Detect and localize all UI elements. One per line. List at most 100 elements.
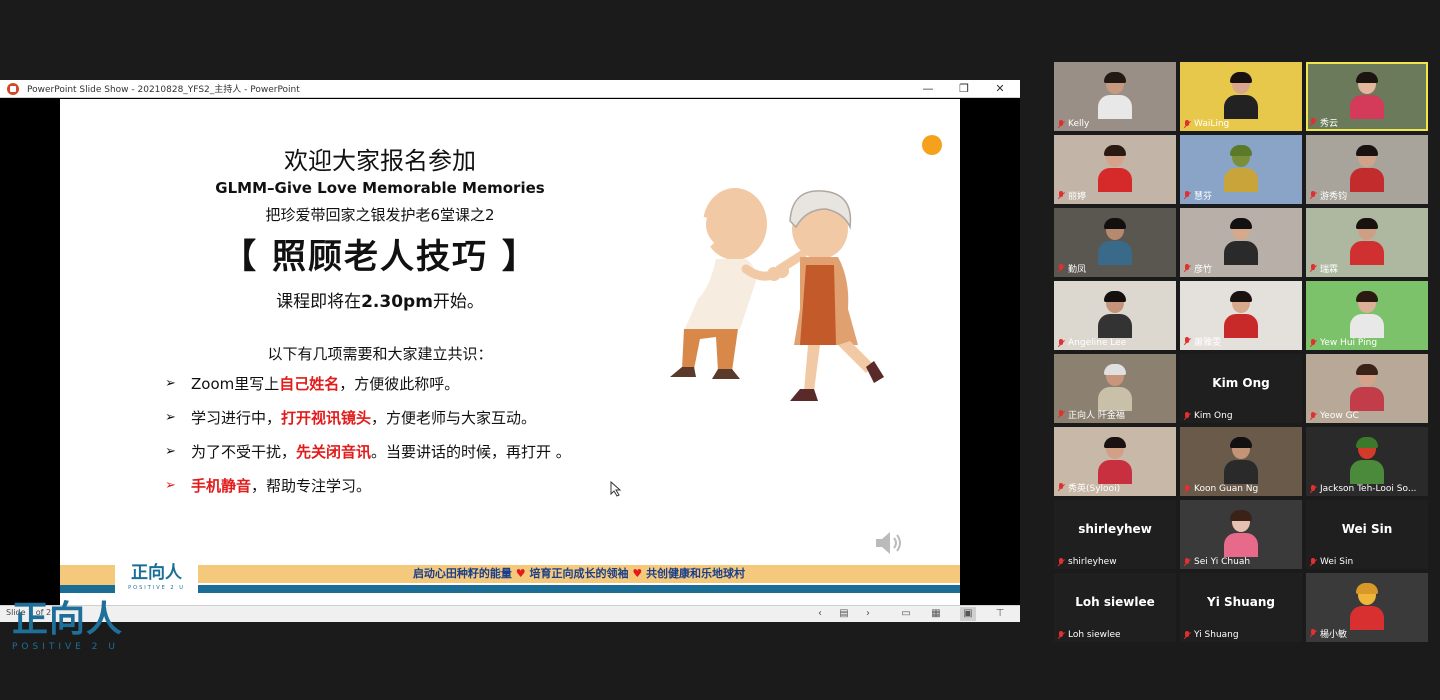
- participant-tile[interactable]: Wei Sin Wei Sin: [1306, 500, 1428, 569]
- muted-mic-icon: [1058, 630, 1064, 640]
- muted-mic-icon: [1184, 411, 1190, 421]
- muted-mic-icon: [1058, 191, 1064, 200]
- muted-mic-icon: [1310, 411, 1316, 421]
- shared-powerpoint-window: PowerPoint Slide Show - 20210828_YFS2_主持…: [0, 80, 1020, 622]
- participant-tile[interactable]: 慧芬: [1180, 135, 1302, 204]
- rule-text: 。当要讲话的时候，再打开 。: [371, 443, 571, 461]
- participant-video: [1224, 145, 1258, 192]
- participant-tile[interactable]: shirleyhew shirleyhew: [1054, 500, 1176, 569]
- bullet-arrow-icon: ➢: [165, 410, 176, 425]
- speaker-icon[interactable]: [872, 529, 906, 557]
- participant-name: Loh siewlee: [1068, 630, 1121, 640]
- start-prefix: 课程即将在: [276, 292, 362, 312]
- restore-button[interactable]: ❐: [946, 80, 982, 98]
- rule-text: ，帮助专注学习。: [251, 477, 372, 495]
- muted-mic-icon: [1310, 629, 1316, 638]
- muted-mic-icon: [1310, 338, 1316, 348]
- participant-name: Kelly: [1068, 119, 1090, 129]
- participant-tile[interactable]: 瑞霖: [1306, 208, 1428, 277]
- rule-item: ➢ 手机静音 ，帮助专注学习。: [165, 475, 371, 496]
- participant-tile[interactable]: Yeow GC: [1306, 354, 1428, 423]
- slide-menu-icon[interactable]: ▤: [836, 607, 852, 621]
- slide-course: 把珍爱带回家之银发护老6堂课之2: [265, 206, 495, 224]
- participant-name: Wei Sin: [1320, 557, 1354, 567]
- footer-band: [60, 585, 115, 593]
- participant-name-label: 游秀钧: [1310, 189, 1347, 202]
- powerpoint-icon: [7, 82, 19, 95]
- slide-footer: 正向人 POSITIVE 2 U 启动心田种籽的能量 ♥ 培育正向成长的领袖 ♥…: [60, 561, 960, 605]
- previous-slide-icon[interactable]: ‹: [812, 607, 828, 621]
- participant-name: 瑞霖: [1320, 265, 1339, 275]
- participant-video: [1098, 218, 1132, 265]
- ppt-statusbar: Slide 7 of 27 ‹ ▤ › ▭ ▦ ▣ ⊤: [0, 605, 1020, 622]
- muted-mic-icon: [1184, 557, 1190, 567]
- reading-view-icon[interactable]: ▣: [960, 607, 976, 621]
- muted-mic-icon: [1184, 484, 1190, 494]
- decorative-dot: [922, 135, 942, 155]
- participant-name-label: 勤凤: [1058, 262, 1086, 275]
- slide: 欢迎大家报名参加 GLMM–Give Love Memorable Memori…: [60, 99, 960, 605]
- participant-tile[interactable]: 彦竹: [1180, 208, 1302, 277]
- slide-sorter-icon[interactable]: ▦: [928, 607, 944, 621]
- participant-tile[interactable]: Angeline Lee: [1054, 281, 1176, 350]
- participant-tile[interactable]: 游秀钧: [1306, 135, 1428, 204]
- participant-name-label: Yew Hui Ping: [1310, 338, 1377, 348]
- participant-display-name: shirleyhew: [1078, 522, 1152, 536]
- bullet-arrow-icon: ➢: [165, 444, 176, 459]
- participant-name-label: Angeline Lee: [1058, 338, 1126, 348]
- participant-name-label: 彦竹: [1184, 262, 1212, 275]
- rule-item: ➢ 学习进行中， 打开视讯镜头 ，方便老师与大家互动。: [165, 407, 536, 428]
- participant-tile[interactable]: 勤凤: [1054, 208, 1176, 277]
- muted-mic-icon: [1184, 119, 1190, 129]
- participant-name: 楊小敏: [1320, 630, 1348, 640]
- muted-mic-icon: [1058, 557, 1064, 567]
- participant-name-label: Sei Yi Chuah: [1184, 557, 1250, 567]
- participant-name-label: 秀云: [1310, 116, 1338, 129]
- muted-mic-icon: [1310, 557, 1316, 567]
- participant-name: Jackson Teh-Looi So...: [1320, 484, 1417, 494]
- footer-logo-zh: 正向人: [131, 563, 182, 583]
- participant-tile[interactable]: 楊小敏: [1306, 573, 1428, 642]
- participant-name-label: Kim Ong: [1184, 411, 1233, 421]
- normal-view-icon[interactable]: ▭: [898, 607, 914, 621]
- next-slide-icon[interactable]: ›: [860, 607, 876, 621]
- close-button[interactable]: ✕: [982, 80, 1018, 98]
- participant-tile[interactable]: Kelly: [1054, 62, 1176, 131]
- participant-video: [1350, 145, 1384, 192]
- participant-video: [1098, 364, 1132, 411]
- participant-tile[interactable]: 正向人 阡金福: [1054, 354, 1176, 423]
- slideshow-icon[interactable]: ⊤: [992, 607, 1008, 621]
- participant-tile[interactable]: WaiLing: [1180, 62, 1302, 131]
- participant-name-label: WaiLing: [1184, 119, 1229, 129]
- participant-tile[interactable]: Yi Shuang Yi Shuang: [1180, 573, 1302, 642]
- participant-name: 勤凤: [1068, 265, 1087, 275]
- slogan-part: 启动心田种籽的能量: [412, 567, 512, 580]
- participant-tile[interactable]: Sei Yi Chuah: [1180, 500, 1302, 569]
- participant-name: 正向人 阡金福: [1068, 411, 1125, 421]
- slide-topic: 【 照顾老人技巧 】: [222, 237, 538, 277]
- participant-tile[interactable]: 秀云: [1306, 62, 1428, 131]
- participant-name: WaiLing: [1194, 119, 1230, 129]
- participant-tile[interactable]: Jackson Teh-Looi So...: [1306, 427, 1428, 496]
- rule-text: 为了不受干扰，: [191, 443, 297, 461]
- minimize-button[interactable]: —: [910, 80, 946, 98]
- muted-mic-icon: [1310, 264, 1316, 273]
- participant-name-label: Yeow GC: [1310, 411, 1359, 421]
- participant-name: Koon Guan Ng: [1194, 484, 1259, 494]
- participant-name-label: Koon Guan Ng: [1184, 484, 1258, 494]
- rule-highlight: 自己姓名: [279, 375, 340, 393]
- participant-tile[interactable]: Kim Ong Kim Ong: [1180, 354, 1302, 423]
- participant-tile[interactable]: Yew Hui Ping: [1306, 281, 1428, 350]
- bullet-arrow-icon: ➢: [165, 376, 176, 391]
- participant-video: [1350, 218, 1384, 265]
- bullet-arrow-icon: ➢: [165, 478, 176, 493]
- participant-tile[interactable]: 蕭雅雯: [1180, 281, 1302, 350]
- participant-tile[interactable]: 秀英(Sylooi): [1054, 427, 1176, 496]
- participant-tile[interactable]: 丽婷: [1054, 135, 1176, 204]
- participant-name-label: 慧芬: [1184, 189, 1212, 202]
- participant-tile[interactable]: Koon Guan Ng: [1180, 427, 1302, 496]
- muted-mic-icon: [1184, 191, 1190, 200]
- start-time: 2.30pm: [361, 292, 433, 312]
- muted-mic-icon: [1058, 338, 1064, 348]
- participant-tile[interactable]: Loh siewlee Loh siewlee: [1054, 573, 1176, 642]
